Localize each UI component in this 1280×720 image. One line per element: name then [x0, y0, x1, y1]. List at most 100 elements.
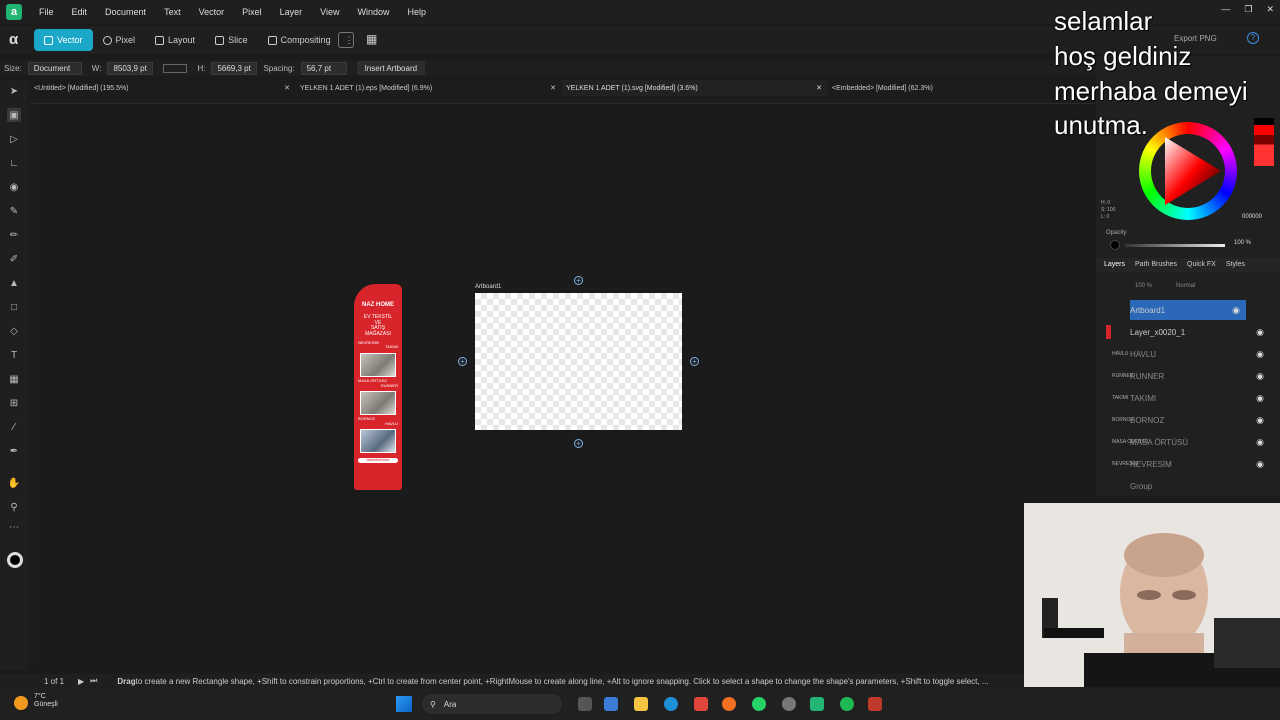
- layer-row[interactable]: MASA ÖRTÜSÜ MASA ÖRTÜSÜ ◉: [1098, 432, 1274, 452]
- weather-widget[interactable]: 7°C Güneşli: [34, 693, 58, 710]
- zoom-tool-icon[interactable]: ⚲: [7, 500, 21, 514]
- store-icon[interactable]: [694, 697, 708, 711]
- close-tab-icon[interactable]: ✕: [550, 84, 556, 92]
- node-tool-icon[interactable]: ▷: [7, 132, 21, 146]
- rectangle-tool-icon[interactable]: □: [7, 300, 21, 314]
- tab-yelken-eps[interactable]: YELKEN 1 ADET (1).eps [Modified] (6.9%) ✕: [296, 80, 562, 96]
- menu-document[interactable]: Document: [96, 7, 155, 17]
- edge-icon[interactable]: [664, 697, 678, 711]
- fill-tool-icon[interactable]: ▲: [7, 276, 21, 290]
- menu-vector[interactable]: Vector: [190, 7, 234, 17]
- color-swatch-icon[interactable]: [7, 552, 23, 568]
- persona-vector[interactable]: Vector: [34, 29, 93, 51]
- current-color-swatch[interactable]: [1110, 240, 1120, 250]
- tab-layers[interactable]: Layers: [1104, 261, 1125, 268]
- crop-tool-icon[interactable]: ⊞: [7, 396, 21, 410]
- menu-layer[interactable]: Layer: [271, 7, 312, 17]
- pencil-tool-icon[interactable]: ✏: [7, 228, 21, 242]
- affinity-icon[interactable]: α: [9, 31, 25, 48]
- move-tool-icon[interactable]: ➤: [7, 84, 21, 98]
- image-tool-icon[interactable]: ▦: [7, 372, 21, 386]
- link-icon[interactable]: [163, 63, 188, 73]
- layer-row[interactable]: NEVRESİM NEVRESİM ◉: [1098, 454, 1274, 474]
- layer-row[interactable]: RUNNER RUNNER ◉: [1098, 366, 1274, 386]
- eye-icon[interactable]: ◉: [1232, 305, 1240, 316]
- menu-pixel[interactable]: Pixel: [233, 7, 271, 17]
- tab-untitled[interactable]: <Untitled> [Modified] (195.5%) ✕: [30, 80, 296, 96]
- layer-row[interactable]: Group: [1098, 476, 1274, 496]
- affinity-designer-icon[interactable]: [810, 697, 824, 711]
- more-tools-icon[interactable]: ⋯: [7, 520, 21, 534]
- corner-tool-icon[interactable]: ∟: [7, 156, 21, 170]
- persona-pixel[interactable]: Pixel: [93, 29, 146, 51]
- tab-path-brushes[interactable]: Path Brushes: [1135, 261, 1177, 268]
- start-icon[interactable]: [396, 696, 412, 712]
- shape-tool-icon[interactable]: ◇: [7, 324, 21, 338]
- width-field[interactable]: 8503,9 pt: [107, 61, 154, 75]
- persona-layout[interactable]: Layout: [145, 29, 205, 51]
- add-artboard-top-icon[interactable]: +: [574, 276, 583, 285]
- search-box[interactable]: ⚲ Ara: [422, 694, 562, 714]
- gradient-tool-icon[interactable]: ∕: [7, 420, 21, 434]
- eye-icon[interactable]: ◉: [1256, 371, 1264, 382]
- persona-compositing[interactable]: Compositing: [258, 29, 341, 51]
- settings-icon[interactable]: [782, 697, 796, 711]
- grid-icon[interactable]: ▦: [366, 32, 377, 46]
- size-select[interactable]: Document: [27, 61, 82, 75]
- artboard[interactable]: [475, 293, 682, 430]
- menu-text[interactable]: Text: [155, 7, 190, 17]
- layer-row[interactable]: BORNOZ BORNOZ ◉: [1098, 410, 1274, 430]
- layer-row-artboard[interactable]: Artboard1 ◉: [1130, 300, 1246, 320]
- layer-row[interactable]: TAKIMI TAKIMI ◉: [1098, 388, 1274, 408]
- insert-artboard-button[interactable]: Insert Artboard: [356, 61, 426, 75]
- tab-yelken-svg[interactable]: YELKEN 1 ADET (1).svg [Modified] (3.6%) ✕: [562, 80, 828, 96]
- spotify-icon[interactable]: [840, 697, 854, 711]
- menu-edit[interactable]: Edit: [63, 7, 97, 17]
- eye-icon[interactable]: ◉: [1256, 327, 1264, 338]
- layer-row[interactable]: Layer_x0020_1 ◉: [1098, 322, 1274, 342]
- tab-styles[interactable]: Styles: [1226, 261, 1245, 268]
- firefox-icon[interactable]: [722, 697, 736, 711]
- hand-tool-icon[interactable]: ✋: [7, 476, 21, 490]
- hex-value[interactable]: 000000: [1242, 214, 1262, 220]
- pen-tool-icon[interactable]: ✎: [7, 204, 21, 218]
- eyedropper-tool-icon[interactable]: ✒: [7, 444, 21, 458]
- close-tab-icon[interactable]: ✕: [284, 84, 290, 92]
- snapping-icon[interactable]: [338, 32, 354, 48]
- task-view-icon[interactable]: [578, 697, 592, 711]
- eye-icon[interactable]: ◉: [1256, 393, 1264, 404]
- winrar-icon[interactable]: [868, 697, 882, 711]
- add-artboard-right-icon[interactable]: +: [690, 357, 699, 366]
- eye-icon[interactable]: ◉: [1256, 437, 1264, 448]
- menu-window[interactable]: Window: [348, 7, 398, 17]
- eye-icon[interactable]: ◉: [1256, 349, 1264, 360]
- eye-icon[interactable]: ◉: [1256, 415, 1264, 426]
- widgets-icon[interactable]: [604, 697, 618, 711]
- opacity-value[interactable]: 100 %: [1234, 240, 1251, 246]
- eye-icon[interactable]: ◉: [1256, 459, 1264, 470]
- sail-banner[interactable]: NAZ HOME EV TEKSTİL VE SATIŞ MAĞAZASI NE…: [354, 284, 402, 490]
- last-page-icon[interactable]: ⏭: [90, 676, 97, 686]
- spacing-field[interactable]: 56,7 pt: [300, 61, 347, 75]
- whatsapp-icon[interactable]: [752, 697, 766, 711]
- tab-quick-fx[interactable]: Quick FX: [1187, 261, 1216, 268]
- opacity-slider[interactable]: [1125, 244, 1225, 247]
- point-transform-icon[interactable]: ◉: [7, 180, 21, 194]
- add-artboard-left-icon[interactable]: +: [458, 357, 467, 366]
- menu-file[interactable]: File: [30, 7, 63, 17]
- layer-opacity[interactable]: 100 %: [1135, 283, 1152, 289]
- weather-icon[interactable]: [14, 696, 28, 710]
- artboard-tool-icon[interactable]: ▣: [7, 108, 21, 122]
- menu-view[interactable]: View: [311, 7, 348, 17]
- close-tab-icon[interactable]: ✕: [816, 84, 822, 92]
- persona-slice[interactable]: Slice: [205, 29, 258, 51]
- brush-tool-icon[interactable]: ✐: [7, 252, 21, 266]
- layer-row[interactable]: HAVLU HAVLU ◉: [1098, 344, 1274, 364]
- blend-mode[interactable]: Normal: [1176, 283, 1195, 289]
- color-triangle[interactable]: [1151, 134, 1225, 208]
- add-artboard-bottom-icon[interactable]: +: [574, 439, 583, 448]
- height-field[interactable]: 5669,3 pt: [211, 61, 258, 75]
- menu-help[interactable]: Help: [399, 7, 436, 17]
- file-explorer-icon[interactable]: [634, 697, 648, 711]
- text-tool-icon[interactable]: T: [7, 348, 21, 362]
